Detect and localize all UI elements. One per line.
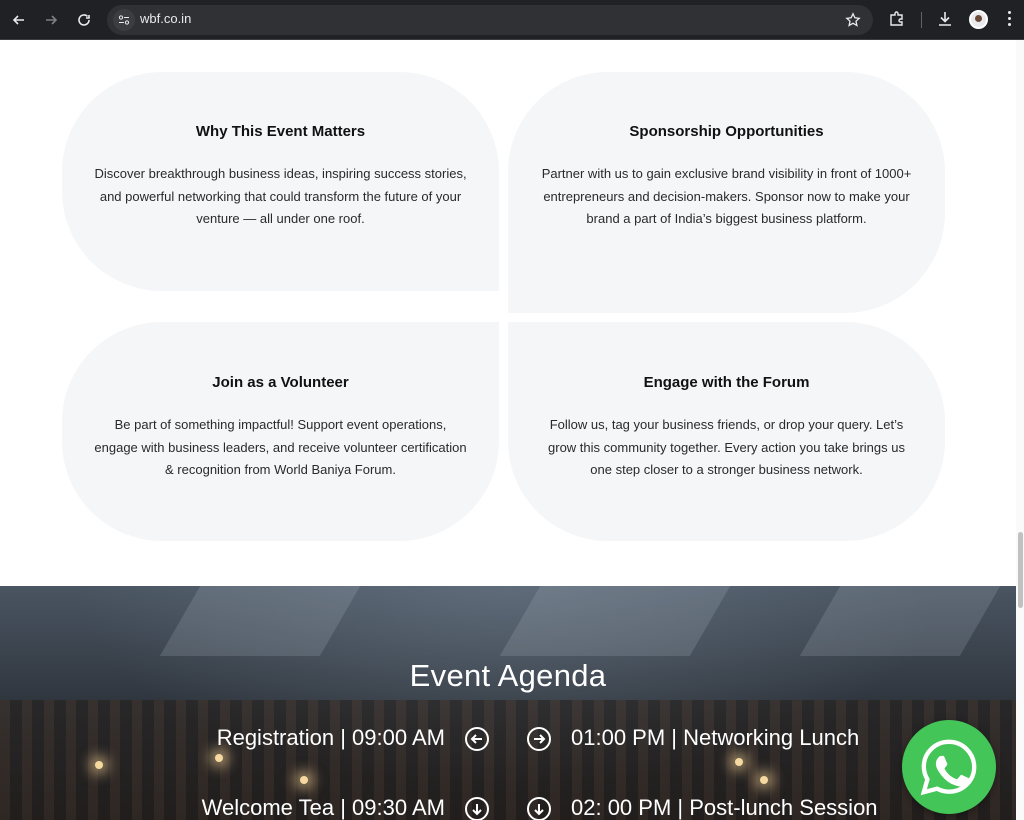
event-agenda-section: Event Agenda Registration | 09:00 AM 01:… — [0, 586, 1016, 820]
card-body: Be part of something impactful! Support … — [94, 417, 467, 478]
card-engage-forum: Engage with the Forum Follow us, tag you… — [508, 322, 945, 541]
browser-toolbar: wbf.co.in — [0, 0, 1024, 40]
card-why-event-matters: Why This Event Matters Discover breakthr… — [62, 72, 499, 291]
agenda-item-left: Welcome Tea | 09:30 AM — [201, 795, 445, 820]
download-icon[interactable] — [936, 10, 956, 30]
extensions-icon[interactable] — [888, 10, 908, 30]
arrow-down-circle-icon — [527, 797, 551, 820]
card-title: Why This Event Matters — [195, 123, 366, 140]
whatsapp-icon — [920, 739, 977, 796]
page-scrollbar[interactable] — [1016, 40, 1024, 820]
card-body: Partner with us to gain exclusive brand … — [541, 166, 912, 227]
ceiling-decor — [499, 586, 731, 656]
back-icon[interactable] — [7, 8, 31, 32]
more-menu-icon[interactable] — [1006, 11, 1012, 29]
site-info-icon[interactable] — [113, 9, 135, 31]
card-title: Engage with the Forum — [643, 374, 810, 391]
arrow-right-circle-icon — [527, 727, 551, 751]
card-body: Follow us, tag your business friends, or… — [548, 417, 905, 478]
bookmark-star-icon[interactable] — [845, 12, 861, 28]
hall-light — [760, 776, 768, 784]
arrow-left-circle-icon — [465, 727, 489, 751]
arrow-down-circle-icon — [465, 797, 489, 820]
card-body: Discover breakthrough business ideas, in… — [94, 166, 467, 227]
ceiling-decor — [159, 586, 361, 656]
hall-light — [215, 754, 223, 762]
hall-light — [95, 761, 103, 769]
hall-light — [300, 776, 308, 784]
agenda-title: Event Agenda — [409, 658, 607, 693]
ceiling-decor — [799, 586, 1001, 656]
whatsapp-chat-button[interactable] — [902, 720, 996, 814]
card-title: Join as a Volunteer — [212, 374, 349, 391]
profile-avatar[interactable] — [969, 10, 988, 29]
card-sponsorship: Sponsorship Opportunities Partner with u… — [508, 72, 945, 313]
card-title: Sponsorship Opportunities — [629, 123, 824, 140]
toolbar-divider — [921, 12, 922, 28]
url-text[interactable]: wbf.co.in — [140, 11, 191, 26]
address-bar[interactable]: wbf.co.in — [107, 5, 873, 35]
reload-icon[interactable] — [72, 8, 96, 32]
forward-icon[interactable] — [39, 8, 63, 32]
agenda-item-left: Registration | 09:00 AM — [216, 725, 445, 750]
card-volunteer: Join as a Volunteer Be part of something… — [62, 322, 499, 541]
hall-light — [735, 758, 743, 766]
agenda-item-right: 02: 00 PM | Post-lunch Session — [571, 795, 878, 820]
scrollbar-thumb[interactable] — [1018, 532, 1023, 608]
agenda-item-right: 01:00 PM | Networking Lunch — [571, 725, 860, 750]
